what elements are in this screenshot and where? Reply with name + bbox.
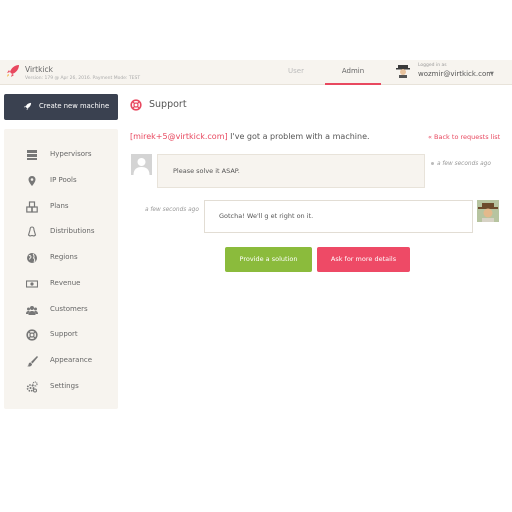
back-to-requests-link[interactable]: « Back to requests list [428,133,500,141]
sidebar-item-label: Plans [50,202,69,210]
life-ring-icon [130,99,142,111]
cubes-icon [26,201,38,213]
sidebar-item-support[interactable]: Support [4,325,118,345]
message-bubble: Please solve it ASAP. [157,154,425,188]
server-icon [27,150,37,160]
globe-icon [27,253,37,263]
sidebar-item-label: Appearance [50,356,93,364]
linux-icon [27,226,37,237]
user-email[interactable]: wozmir@virtkick.com [418,70,493,78]
users-icon [26,306,38,315]
sidebar-item-label: Hypervisors [50,150,92,158]
clock-dot-icon [431,162,434,165]
create-machine-label: Create new machine [39,102,110,110]
cogs-icon [26,381,38,393]
sidebar-item-hypervisors[interactable]: Hypervisors [4,145,118,165]
sidebar-item-label: Revenue [50,279,81,287]
message-timestamp: a few seconds ago [431,161,491,167]
rocket-icon [23,102,32,111]
ask-details-button[interactable]: Ask for more details [317,247,410,272]
chevron-down-icon[interactable]: ▼ [490,71,494,77]
brush-icon [27,356,38,367]
sidebar-item-customers[interactable]: Customers [4,300,118,320]
page-title: Support [149,99,187,110]
default-user-icon [131,154,152,175]
provide-solution-button[interactable]: Provide a solution [225,247,312,272]
message-time: a few seconds ago [145,207,199,213]
top-bar: Virtkick Version: 179 @ Apr 26, 2016. Pa… [0,60,512,85]
money-icon [26,280,38,288]
sidebar-item-appearance[interactable]: Appearance [4,351,118,371]
sidebar-item-settings[interactable]: Settings [4,377,118,397]
sidebar-item-revenue[interactable]: Revenue [4,274,118,294]
sidebar-item-label: Customers [50,305,88,313]
sidebar-item-ip-pools[interactable]: IP Pools [4,171,118,191]
tab-user[interactable]: User [270,60,322,85]
logged-in-label: Logged in as [418,63,447,68]
life-ring-icon [26,329,38,341]
sidebar-item-plans[interactable]: Plans [4,197,118,217]
sidebar: Hypervisors IP Pools Plans Distributions… [4,129,118,409]
sidebar-item-label: IP Pools [50,176,77,184]
sidebar-item-label: Support [50,330,78,338]
version-info: Version: 179 @ Apr 26, 2016. Payment Mod… [25,76,141,81]
request-author-email[interactable]: [mirek+5@virtkick.com] [130,132,228,141]
user-avatar[interactable] [396,64,410,78]
sidebar-item-label: Settings [50,382,79,390]
sidebar-item-distributions[interactable]: Distributions [4,222,118,242]
map-marker-icon [28,176,36,186]
message-text: Gotcha! We'll g et right on it. [219,212,314,220]
sidebar-item-regions[interactable]: Regions [4,248,118,268]
create-machine-button[interactable]: Create new machine [4,94,118,120]
cowboy-avatar-icon [477,200,499,222]
app-name: Virtkick [25,65,53,74]
admin-avatar [477,200,499,222]
customer-avatar [131,154,152,175]
sidebar-item-label: Regions [50,253,78,261]
sidebar-item-label: Distributions [50,227,95,235]
message-bubble: Gotcha! We'll g et right on it. [204,200,473,233]
request-subject: I've got a problem with a machine. [227,132,370,141]
rocket-logo-icon[interactable] [5,63,21,79]
message-time: a few seconds ago [437,161,491,167]
message-text: Please solve it ASAP. [173,167,240,175]
request-title: [mirek+5@virtkick.com] I've got a proble… [130,132,370,141]
tab-admin[interactable]: Admin [325,60,381,85]
